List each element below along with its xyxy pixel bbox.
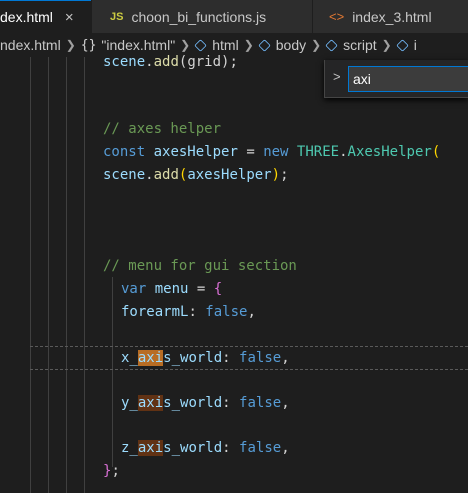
- braces-icon: {}: [80, 37, 97, 53]
- code-line: scene.add(grid);: [103, 54, 238, 70]
- breadcrumb-file[interactable]: ndex.html: [0, 37, 61, 53]
- tab-index-3-html[interactable]: <> index_3.html: [313, 0, 468, 33]
- html-file-icon: <>: [329, 9, 345, 24]
- chevron-right-icon: ❯: [180, 38, 191, 52]
- cube-icon: [258, 38, 271, 52]
- current-search-match: axi: [137, 350, 164, 366]
- close-icon[interactable]: ×: [65, 9, 74, 26]
- indent-guide: [112, 277, 113, 467]
- tab-index-html[interactable]: dex.html ×: [0, 0, 91, 33]
- code-line: scene.add(axesHelper);: [103, 167, 289, 183]
- breadcrumb-script[interactable]: script: [325, 37, 377, 53]
- indent-guide: [66, 57, 67, 493]
- javascript-file-icon: JS: [110, 10, 124, 23]
- chevron-right-icon: ❯: [311, 38, 322, 52]
- cube-icon: [194, 38, 207, 52]
- code-line: x_axis_world: false,: [121, 350, 290, 366]
- breadcrumb-symbol[interactable]: i: [395, 37, 417, 53]
- code-line: var menu = {: [121, 281, 223, 297]
- tab-bar: dex.html × JS choon_bi_functions.js <> i…: [0, 0, 468, 33]
- breadcrumb-body[interactable]: body: [258, 37, 306, 53]
- chevron-right-icon: ❯: [65, 38, 76, 52]
- code-editor[interactable]: scene.add(grid); // axes helper const ax…: [0, 54, 468, 493]
- tab-choon-bi-functions-js[interactable]: JS choon_bi_functions.js: [92, 0, 312, 33]
- search-match: axi: [137, 395, 164, 411]
- chevron-right-icon: ❯: [243, 38, 254, 52]
- cube-icon: [395, 38, 409, 52]
- indent-guide: [30, 57, 31, 493]
- tab-label: index_3.html: [352, 8, 432, 25]
- indent-guide: [48, 57, 49, 493]
- cube-icon: [325, 38, 338, 52]
- tab-label: dex.html: [0, 9, 53, 25]
- indent-guide: [84, 57, 85, 493]
- tab-label: choon_bi_functions.js: [131, 8, 267, 25]
- search-match: axi: [137, 440, 164, 456]
- chevron-right-icon: ❯: [381, 38, 392, 52]
- toggle-replace-chevron-icon[interactable]: >: [333, 69, 341, 84]
- code-line: forearmL: false,: [121, 304, 256, 320]
- code-line: };: [103, 463, 120, 479]
- code-comment: // menu for gui section: [103, 258, 297, 274]
- code-line: z_axis_world: false,: [121, 440, 290, 456]
- code-line: y_axis_world: false,: [121, 395, 290, 411]
- code-comment: // axes helper: [103, 121, 222, 137]
- find-input[interactable]: [348, 66, 468, 92]
- code-line: const axesHelper = new THREE.AxesHelper(: [103, 144, 441, 160]
- find-widget: >: [324, 60, 468, 98]
